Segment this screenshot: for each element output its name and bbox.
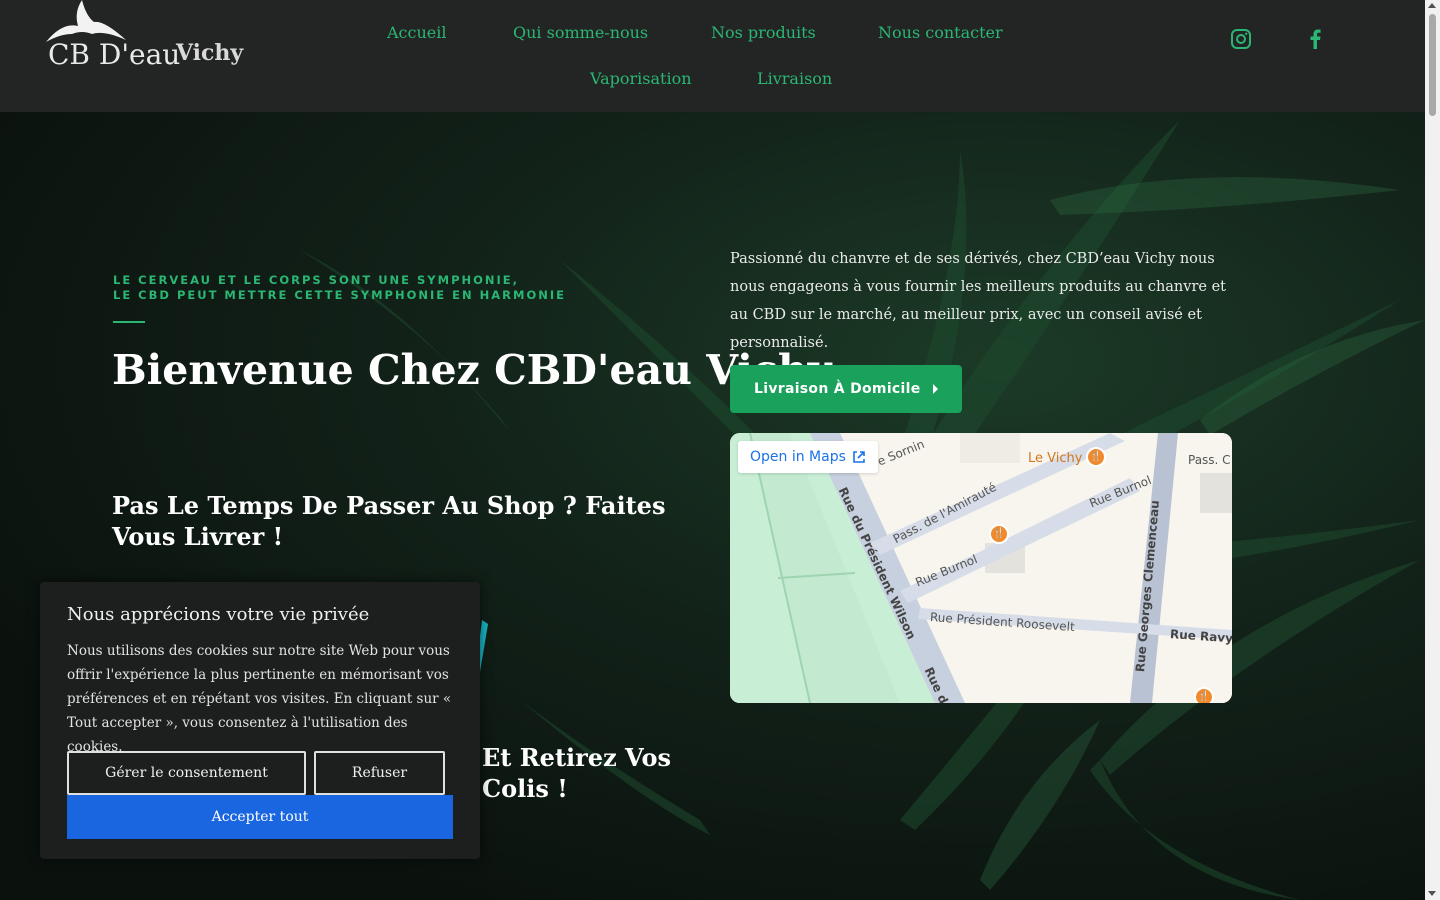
accept-all-button[interactable]: Accepter tout — [67, 795, 453, 839]
external-link-icon — [853, 451, 865, 463]
cookie-title: Nous apprécions votre vie privée — [67, 604, 370, 625]
home-delivery-button-label: Livraison À Domicile — [754, 381, 921, 397]
delivery-heading: Pas Le Temps De Passer Au Shop ? Faites … — [112, 491, 666, 551]
hero-tagline: LE CERVEAU ET LE CORPS SONT UNE SYMPHONI… — [113, 273, 566, 303]
intro-paragraph: Passionné du chanvre et de ses dérivés, … — [730, 251, 1226, 351]
scroll-down-arrow-icon[interactable] — [1428, 891, 1436, 896]
home-delivery-button[interactable]: Livraison À Domicile — [730, 365, 962, 413]
street-pass-c: Pass. C — [1188, 453, 1231, 467]
nav-livraison[interactable]: Livraison — [757, 69, 832, 88]
tagline-line-1: LE CERVEAU ET LE CORPS SONT UNE SYMPHONI… — [113, 273, 520, 287]
tagline-divider — [113, 321, 145, 323]
scrollbar-thumb[interactable] — [1429, 14, 1436, 116]
nav-vaporisation[interactable]: Vaporisation — [590, 69, 692, 88]
scroll-up-arrow-icon[interactable] — [1428, 3, 1436, 8]
open-in-maps-label: Open in Maps — [750, 449, 846, 465]
poi-le-vichy-label: Le Vichy — [1028, 451, 1083, 466]
pickup-heading: Et Retirez Vos Colis ! — [482, 743, 671, 803]
open-in-maps-button[interactable]: Open in Maps — [738, 441, 878, 473]
restaurant-pin-icon[interactable]: 🍴 — [1086, 447, 1106, 467]
logo-brand-text: CB D'eau — [48, 38, 181, 71]
nav-nous-contacter[interactable]: Nous contacter — [878, 23, 1003, 42]
tagline-line-2: LE CBD PEUT METTRE CETTE SYMPHONIE EN HA… — [113, 288, 566, 302]
restaurant-pin-icon[interactable]: 🍴 — [989, 524, 1009, 544]
map-canvas — [730, 433, 1232, 703]
site-header: CB D'eau Vichy Accueil Qui somme-nous No… — [0, 0, 1425, 112]
facebook-icon[interactable] — [1303, 27, 1327, 51]
manage-consent-button[interactable]: Gérer le consentement — [67, 751, 306, 795]
nav-nos-produits[interactable]: Nos produits — [711, 23, 816, 42]
restaurant-pin-icon[interactable]: 🍴 — [1194, 687, 1214, 703]
caret-right-icon — [933, 384, 938, 394]
cookie-consent-banner: Nous apprécions votre vie privée Nous ut… — [40, 582, 480, 859]
refuse-button[interactable]: Refuser — [314, 751, 445, 795]
page-scrollbar[interactable] — [1425, 0, 1440, 900]
location-map[interactable]: Open in Maps e Sornin Pass. C Rue du Pré… — [730, 433, 1232, 703]
instagram-icon[interactable] — [1229, 27, 1253, 51]
nav-qui-sommes-nous[interactable]: Qui somme-nous — [513, 23, 648, 42]
site-logo[interactable]: CB D'eau Vichy — [40, 0, 250, 80]
cookie-description: Nous utilisons des cookies sur notre sit… — [67, 643, 452, 755]
logo-city-text: Vichy — [176, 40, 244, 66]
page-title: Bienvenue Chez CBD'eau Vichy — [112, 346, 832, 394]
nav-accueil[interactable]: Accueil — [387, 23, 446, 42]
